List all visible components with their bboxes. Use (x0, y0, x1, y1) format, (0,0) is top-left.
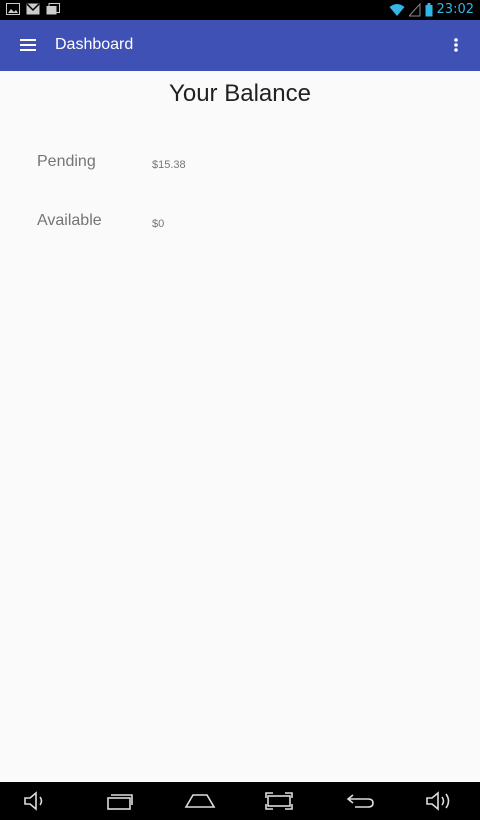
wifi-icon (389, 3, 405, 17)
home-icon[interactable] (180, 788, 220, 814)
balance-row-pending: Pending $15.38 (0, 151, 480, 181)
available-value: $0 (152, 218, 165, 230)
notification-icons (6, 3, 60, 15)
back-icon[interactable] (340, 788, 380, 814)
photo-stack-icon (46, 3, 60, 15)
signal-icon (408, 3, 421, 17)
app-title: Dashboard (55, 36, 134, 53)
page-title: Your Balance (169, 80, 311, 107)
pending-label: Pending (37, 153, 96, 170)
system-icons: 23:02 (389, 1, 474, 19)
system-nav-bar (0, 782, 480, 820)
image-icon (6, 3, 20, 15)
battery-icon (425, 3, 433, 17)
balance-row-available: Available $0 (0, 210, 480, 240)
screenshot-icon[interactable] (259, 788, 299, 814)
balance-content: Your Balance Pending $15.38 Available $0 (0, 71, 480, 782)
volume-up-icon[interactable] (420, 788, 460, 814)
pending-value: $15.38 (152, 159, 186, 171)
recent-apps-icon[interactable] (100, 788, 140, 814)
screen: 23:02 Dashboard Your Balance Pending $15… (0, 0, 480, 820)
gmail-icon (26, 3, 40, 15)
app-bar: Dashboard (0, 20, 480, 71)
hamburger-menu-icon[interactable] (14, 33, 42, 57)
status-bar: 23:02 (0, 0, 480, 20)
clock: 23:02 (436, 2, 474, 17)
more-vertical-icon[interactable] (444, 33, 468, 57)
volume-down-icon[interactable] (16, 788, 56, 814)
available-label: Available (37, 212, 102, 229)
